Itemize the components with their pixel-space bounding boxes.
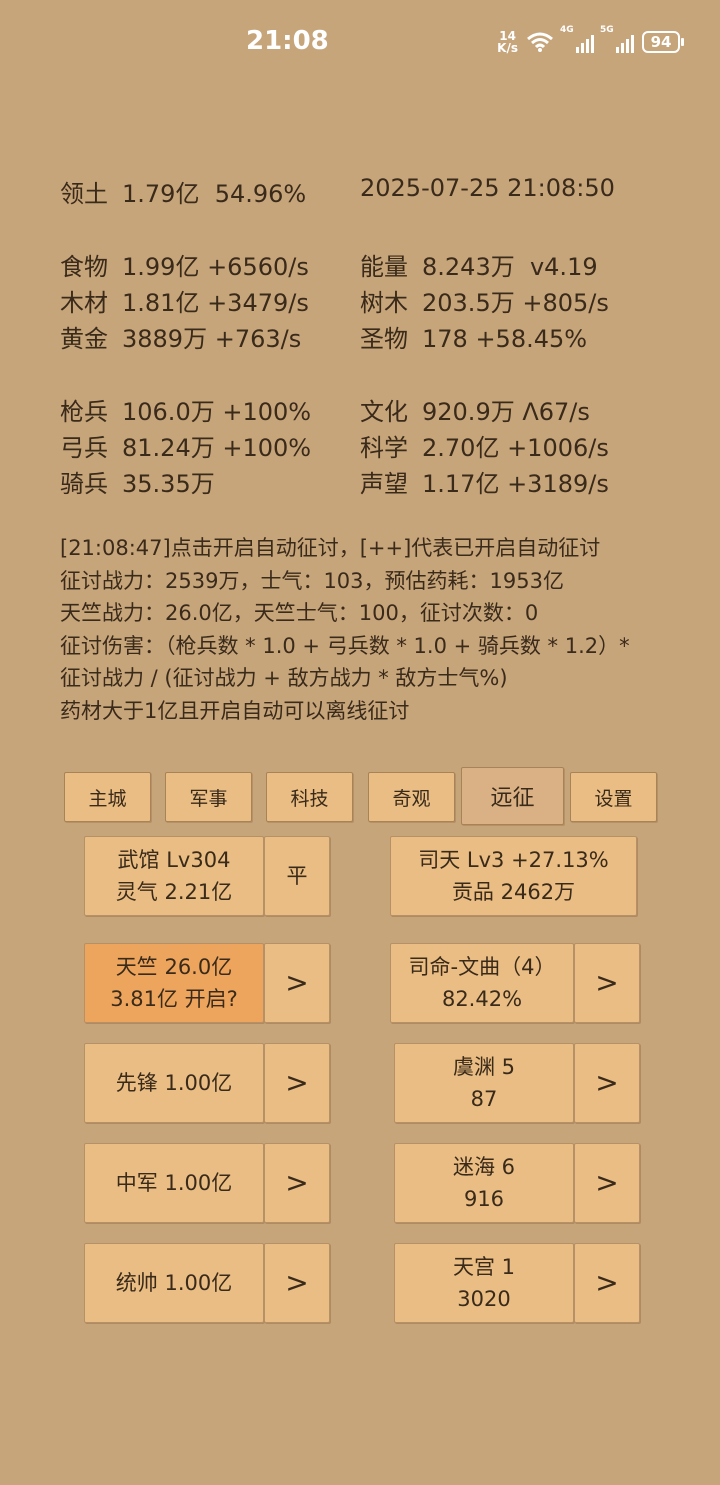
stat-value: 920.9万 Λ67/s xyxy=(422,398,590,426)
stat-archer: 弓兵 81.24万 +100% xyxy=(60,428,311,463)
stat-value: 178 +58.45% xyxy=(422,325,588,353)
tianzhu-arrow-button[interactable]: > xyxy=(264,943,330,1023)
tiangong-button[interactable]: 天宫 1 3020 xyxy=(394,1243,574,1323)
stat-relic: 圣物 178 +58.45% xyxy=(360,319,587,354)
mihai-arrow-button[interactable]: > xyxy=(574,1143,640,1223)
stat-key: 能量 xyxy=(360,253,408,281)
stat-key: 木材 xyxy=(60,289,108,317)
wifi-icon xyxy=(527,32,553,52)
siming-arrow-button[interactable]: > xyxy=(574,943,640,1023)
stat-wood: 木材 1.81亿 +3479/s xyxy=(60,283,309,318)
expedition-log: [21:08:47]点击开启自动征讨，[++]代表已开启自动征讨 征讨战力：25… xyxy=(60,532,630,727)
log-line: 天竺战力：26.0亿，天竺士气：100，征讨次数：0 xyxy=(60,601,539,625)
tongshuai-arrow-button[interactable]: > xyxy=(264,1243,330,1323)
xianfeng-button[interactable]: 先锋 1.00亿 xyxy=(84,1043,264,1123)
stat-tree: 树木 203.5万 +805/s xyxy=(360,283,609,318)
tongshuai-button[interactable]: 统帅 1.00亿 xyxy=(84,1243,264,1323)
wuguan-button[interactable]: 武馆 Lv304 灵气 2.21亿 xyxy=(84,836,264,916)
log-line: [21:08:47]点击开启自动征讨，[++]代表已开启自动征讨 xyxy=(60,536,601,560)
zhongjun-arrow-button[interactable]: > xyxy=(264,1143,330,1223)
stat-value: 1.17亿 +3189/s xyxy=(422,470,609,498)
stat-value: 35.35万 xyxy=(122,470,215,498)
sitian-level: 司天 Lv3 +27.13% xyxy=(418,848,609,872)
yuyuan-title: 虞渊 5 xyxy=(452,1055,516,1079)
tab-main-city[interactable]: 主城 xyxy=(64,772,151,822)
ping-button[interactable]: 平 xyxy=(264,836,330,916)
stat-value: 1.79亿 54.96% xyxy=(122,180,307,208)
battery-icon: 94 xyxy=(642,31,684,53)
wuguan-level: 武馆 Lv304 xyxy=(117,848,231,872)
siming-button[interactable]: 司命-文曲（4） 82.42% xyxy=(390,943,574,1023)
tab-wonders[interactable]: 奇观 xyxy=(368,772,455,822)
signal-icon-4g: 4G xyxy=(560,25,594,53)
log-line: 征讨伤害：（枪兵数 * 1.0 + 弓兵数 * 1.0 + 骑兵数 * 1.2）… xyxy=(60,633,630,658)
tiangong-title: 天宫 1 xyxy=(452,1255,516,1279)
stat-science: 科学 2.70亿 +1006/s xyxy=(360,428,609,463)
stat-key: 骑兵 xyxy=(60,470,108,498)
stat-gold: 黄金 3889万 +763/s xyxy=(60,319,301,354)
stat-key: 黄金 xyxy=(60,325,108,353)
mihai-value: 916 xyxy=(463,1187,505,1211)
signal-4g-label: 4G xyxy=(560,25,574,35)
yuyuan-value: 87 xyxy=(470,1087,498,1111)
tab-settings[interactable]: 设置 xyxy=(570,772,657,822)
log-line: 药材大于1亿且开启自动可以离线征讨 xyxy=(60,698,410,723)
mihai-button[interactable]: 迷海 6 916 xyxy=(394,1143,574,1223)
tab-technology[interactable]: 科技 xyxy=(266,772,353,822)
stat-key: 文化 xyxy=(360,398,408,426)
tianzhu-button[interactable]: 天竺 26.0亿 3.81亿 开启? xyxy=(84,943,264,1023)
tianzhu-toggle: 3.81亿 开启? xyxy=(110,987,238,1011)
stat-culture: 文化 920.9万 Λ67/s xyxy=(360,392,590,427)
stat-key: 弓兵 xyxy=(60,434,108,462)
status-time: 21:08 xyxy=(246,26,329,56)
siming-progress: 82.42% xyxy=(441,987,523,1011)
tab-expedition[interactable]: 远征 xyxy=(461,767,564,825)
net-speed: 14 K/s xyxy=(497,30,518,54)
stat-value: 1.99亿 +6560/s xyxy=(122,253,309,281)
stat-key: 领土 xyxy=(60,180,108,208)
stat-spear: 枪兵 106.0万 +100% xyxy=(60,392,311,427)
wuguan-energy: 灵气 2.21亿 xyxy=(115,880,233,904)
sitian-tribute: 贡品 2462万 xyxy=(451,880,576,904)
mihai-title: 迷海 6 xyxy=(452,1155,516,1179)
net-speed-unit: K/s xyxy=(497,41,518,55)
xianfeng-arrow-button[interactable]: > xyxy=(264,1043,330,1123)
stat-key: 食物 xyxy=(60,253,108,281)
stat-value: 8.243万 v4.19 xyxy=(422,253,598,281)
siming-title: 司命-文曲（4） xyxy=(408,955,556,979)
stat-key: 声望 xyxy=(360,470,408,498)
tianzhu-power: 天竺 26.0亿 xyxy=(115,955,233,979)
stat-key: 科学 xyxy=(360,434,408,462)
stat-energy: 能量 8.243万 v4.19 xyxy=(360,247,598,282)
stat-value: 106.0万 +100% xyxy=(122,398,312,426)
stat-territory: 领土 1.79亿 54.96% xyxy=(60,174,306,209)
stat-value: 3889万 +763/s xyxy=(122,325,302,353)
signal-icon-5g: 5G xyxy=(600,25,634,53)
stat-value: 81.24万 +100% xyxy=(122,434,312,462)
yuyuan-button[interactable]: 虞渊 5 87 xyxy=(394,1043,574,1123)
stat-prestige: 声望 1.17亿 +3189/s xyxy=(360,464,609,499)
tiangong-arrow-button[interactable]: > xyxy=(574,1243,640,1323)
tiangong-value: 3020 xyxy=(457,1287,511,1311)
stat-key: 树木 xyxy=(360,289,408,317)
stat-food: 食物 1.99亿 +6560/s xyxy=(60,247,309,282)
stat-datetime: 2025-07-25 21:08:50 xyxy=(360,174,615,202)
stat-value: 2.70亿 +1006/s xyxy=(422,434,609,462)
stat-value: 1.81亿 +3479/s xyxy=(122,289,309,317)
yuyuan-arrow-button[interactable]: > xyxy=(574,1043,640,1123)
log-line: 征讨战力 / (征讨战力 + 敌方战力 * 敌方士气%) xyxy=(60,666,508,690)
sitian-button[interactable]: 司天 Lv3 +27.13% 贡品 2462万 xyxy=(390,836,637,916)
stat-key: 圣物 xyxy=(360,325,408,353)
status-icons: 14 K/s 4G 5G 94 xyxy=(497,25,684,58)
zhongjun-button[interactable]: 中军 1.00亿 xyxy=(84,1143,264,1223)
log-line: 征讨战力：2539万，士气：103，预估药耗：1953亿 xyxy=(60,568,564,593)
stat-key: 枪兵 xyxy=(60,398,108,426)
tab-military[interactable]: 军事 xyxy=(165,772,252,822)
stat-cavalry: 骑兵 35.35万 xyxy=(60,464,215,499)
signal-5g-label: 5G xyxy=(600,25,614,35)
stat-value: 203.5万 +805/s xyxy=(422,289,609,317)
